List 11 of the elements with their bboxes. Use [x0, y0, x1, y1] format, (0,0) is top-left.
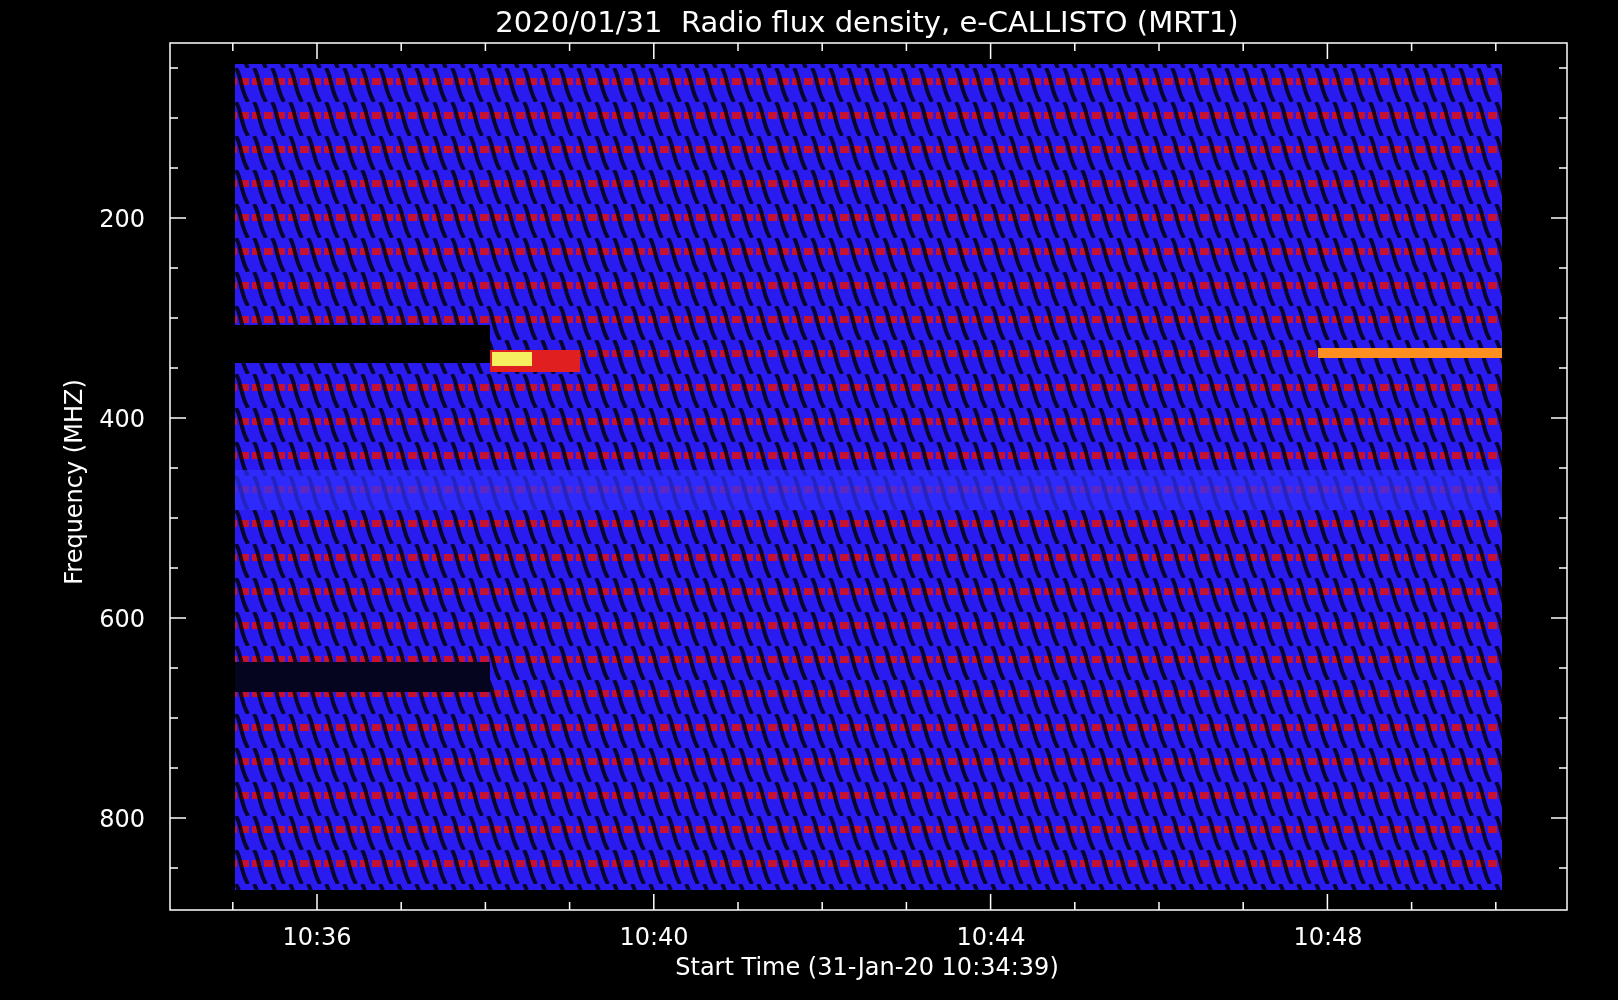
tick-label: 10:44	[956, 923, 1026, 951]
tick-label: 10:48	[1293, 923, 1363, 951]
tick-label: 400	[99, 405, 145, 433]
tick-label: 10:36	[282, 923, 352, 951]
axis-label: Start Time (31-Jan-20 10:34:39)	[675, 953, 1059, 981]
tick-label: 800	[99, 805, 145, 833]
tick-label: 200	[99, 205, 145, 233]
axis-label: Frequency (MHZ)	[60, 379, 88, 585]
tick-label: 600	[99, 605, 145, 633]
tick-label: 10:40	[619, 923, 689, 951]
chart-title: 2020/01/31 Radio flux density, e-CALLISTO (MRT1)	[495, 5, 1239, 39]
